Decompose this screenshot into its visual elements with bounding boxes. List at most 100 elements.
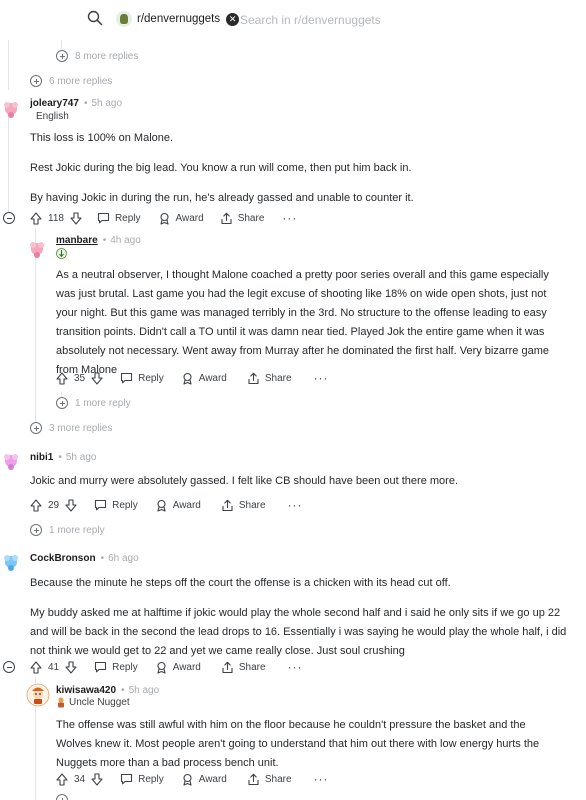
upvote-icon[interactable]	[56, 772, 68, 786]
share-button[interactable]: Share	[221, 661, 266, 674]
comment-body: Because the minute he steps off the cour…	[30, 577, 567, 657]
comment-actions: 118 Reply Award Share ···	[30, 210, 297, 226]
comment-icon	[95, 499, 107, 511]
share-icon	[222, 499, 233, 511]
vote-count: 118	[48, 212, 64, 224]
thread-line	[8, 40, 9, 90]
comment-header: kiwisawa420 • 5h ago	[56, 684, 160, 696]
more-options-button[interactable]: ···	[282, 212, 297, 224]
clear-subreddit-icon[interactable]: ✕	[226, 12, 240, 26]
downvote-icon[interactable]	[70, 211, 82, 225]
snoo-avatar[interactable]	[27, 238, 47, 258]
subreddit-avatar	[116, 11, 132, 27]
username[interactable]: nibi1	[30, 452, 53, 463]
expand-icon	[30, 422, 42, 434]
upvote-icon[interactable]	[30, 498, 42, 512]
username[interactable]: kiwisawa420	[56, 685, 116, 696]
snoo-avatar[interactable]	[1, 98, 21, 118]
downvote-icon[interactable]	[65, 660, 77, 674]
vote-count: 29	[48, 499, 60, 511]
expand-icon	[56, 50, 68, 62]
share-button[interactable]: Share	[221, 499, 266, 512]
award-icon	[159, 212, 169, 225]
comment-header: manbare • 4h ago	[56, 234, 141, 246]
comment-header: joleary747 • 5h ago	[30, 97, 123, 109]
share-button[interactable]: Share	[247, 773, 292, 786]
upvote-icon[interactable]	[56, 371, 68, 385]
search-icon[interactable]	[87, 10, 103, 26]
timestamp[interactable]: 4h ago	[110, 235, 141, 246]
comment-actions: 41 Reply Award Share ···	[30, 659, 303, 675]
subreddit-chip[interactable]: r/denvernuggets ✕	[116, 10, 240, 28]
collapse-icon[interactable]	[3, 212, 15, 224]
user-flair: English	[36, 111, 69, 122]
downvote-icon[interactable]	[65, 498, 77, 512]
downvote-icon[interactable]	[91, 772, 103, 786]
subreddit-name: r/denvernuggets	[137, 13, 221, 25]
timestamp[interactable]: 6h ago	[108, 553, 139, 564]
thread-line	[35, 228, 36, 428]
more-options-button[interactable]: ···	[314, 372, 329, 384]
comment-header: nibi1 • 5h ago	[30, 451, 97, 463]
more-replies-link[interactable]: 1 more reply	[30, 522, 105, 538]
user-flair: Uncle Nugget	[56, 697, 130, 708]
search-bar: r/denvernuggets ✕	[0, 0, 586, 40]
reply-button[interactable]: Reply	[97, 212, 141, 224]
more-options-button[interactable]: ···	[288, 661, 303, 673]
expand-icon	[30, 75, 42, 87]
timestamp[interactable]: 5h ago	[129, 685, 160, 696]
more-options-button[interactable]: ···	[314, 773, 329, 785]
share-button[interactable]: Share	[220, 212, 264, 225]
vote-count: 41	[48, 661, 60, 673]
upvote-icon[interactable]	[30, 660, 42, 674]
award-icon	[183, 773, 192, 786]
award-button[interactable]: Award	[155, 499, 201, 512]
nugget-flair-icon	[58, 697, 64, 708]
user-flair-icon	[56, 248, 67, 259]
expand-icon[interactable]	[56, 794, 68, 800]
thread-line	[8, 116, 9, 212]
comment-actions: 35 Reply Award Share ···	[56, 370, 329, 386]
user-avatar[interactable]	[26, 683, 50, 707]
snoo-avatar[interactable]	[1, 551, 21, 571]
comment-icon	[97, 212, 110, 224]
timestamp[interactable]: 5h ago	[91, 98, 122, 109]
reply-button[interactable]: Reply	[120, 773, 164, 785]
award-button[interactable]: Award	[155, 661, 201, 674]
share-button[interactable]: Share	[247, 372, 292, 385]
reply-button[interactable]: Reply	[94, 499, 138, 511]
reply-button[interactable]: Reply	[94, 661, 138, 673]
award-button[interactable]: Award	[181, 773, 227, 786]
award-icon	[157, 661, 166, 674]
share-icon	[248, 372, 259, 384]
downvote-icon[interactable]	[91, 371, 103, 385]
comment-icon	[95, 661, 107, 673]
more-replies-link[interactable]: 1 more reply	[56, 395, 131, 411]
more-replies-link[interactable]: 3 more replies	[30, 420, 112, 436]
share-icon	[221, 212, 232, 224]
username[interactable]: CockBronson	[30, 553, 96, 564]
upvote-icon[interactable]	[30, 211, 42, 225]
comment-icon	[121, 773, 133, 785]
expand-icon	[56, 397, 68, 409]
share-icon	[222, 661, 233, 673]
award-button[interactable]: Award	[181, 372, 227, 385]
more-options-button[interactable]: ···	[288, 499, 303, 511]
more-replies-link[interactable]: 6 more replies	[30, 73, 112, 89]
more-replies-link[interactable]: 8 more replies	[56, 48, 138, 64]
award-icon	[183, 372, 192, 385]
flair-emoji-icon	[56, 248, 67, 259]
comment-body: This loss is 100% on Malone. Rest Jokic …	[30, 132, 414, 204]
vote-count: 34	[74, 773, 86, 785]
comment-icon	[121, 372, 133, 384]
award-button[interactable]: Award	[158, 212, 204, 225]
username[interactable]: manbare	[56, 235, 98, 246]
collapse-icon[interactable]	[3, 661, 15, 673]
award-icon	[157, 499, 166, 512]
timestamp[interactable]: 5h ago	[66, 452, 97, 463]
snoo-avatar[interactable]	[1, 450, 21, 470]
search-input[interactable]	[240, 10, 490, 30]
username[interactable]: joleary747	[30, 98, 79, 109]
reply-button[interactable]: Reply	[120, 372, 164, 384]
comment-header: CockBronson • 6h ago	[30, 552, 139, 564]
